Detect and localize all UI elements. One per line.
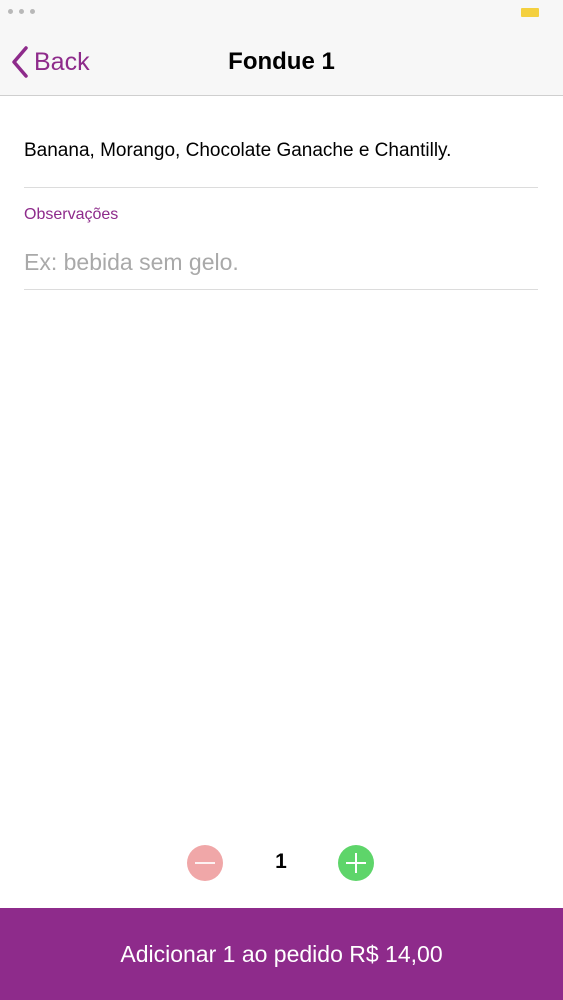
divider xyxy=(24,289,538,290)
divider xyxy=(24,187,538,188)
status-bar xyxy=(0,0,563,32)
signal-icon xyxy=(8,9,35,14)
quantity-value: 1 xyxy=(275,850,287,873)
add-to-order-button[interactable]: Adicionar 1 ao pedido R$ 14,00 xyxy=(0,908,563,1000)
screen: Back Fondue 1 Banana, Morango, Chocolate… xyxy=(0,0,563,1000)
page-title: Fondue 1 xyxy=(228,48,335,75)
observations-label: Observações xyxy=(24,206,119,223)
quantity-stepper: 1 xyxy=(0,845,563,881)
plus-circle-icon[interactable] xyxy=(338,845,374,881)
add-to-order-label: Adicionar 1 ao pedido R$ 14,00 xyxy=(120,940,443,967)
item-description: Banana, Morango, Chocolate Ganache e Cha… xyxy=(24,140,452,161)
nav-bar: Back Fondue 1 xyxy=(0,32,563,96)
battery-icon xyxy=(521,8,539,17)
status-indicators xyxy=(521,8,539,17)
observations-input[interactable] xyxy=(24,244,538,280)
minus-circle-icon[interactable] xyxy=(187,845,223,881)
